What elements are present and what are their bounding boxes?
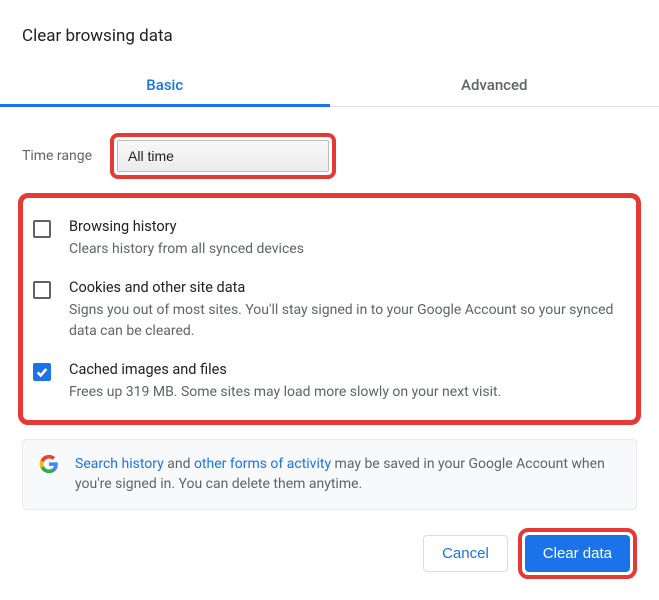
highlight-clear-data: Clear data <box>518 528 637 579</box>
option-browsing-history: Browsing history Clears history from all… <box>27 208 628 269</box>
checkbox-cookies[interactable] <box>33 281 51 299</box>
option-cookies: Cookies and other site data Signs you ou… <box>27 269 628 351</box>
tab-basic[interactable]: Basic <box>0 64 330 106</box>
option-desc: Clears history from all synced devices <box>69 239 622 259</box>
time-range-select[interactable]: All time <box>117 140 329 172</box>
option-desc: Signs you out of most sites. You'll stay… <box>69 300 622 341</box>
link-other-activity[interactable]: other forms of activity <box>194 456 331 472</box>
tab-advanced[interactable]: Advanced <box>330 64 659 106</box>
option-texts: Browsing history Clears history from all… <box>69 218 622 259</box>
dialog-title: Clear browsing data <box>22 26 637 46</box>
tabs: Basic Advanced <box>0 64 659 107</box>
dialog-actions: Cancel Clear data <box>22 528 637 593</box>
link-search-history[interactable]: Search history <box>75 456 164 472</box>
clear-data-button[interactable]: Clear data <box>525 535 630 572</box>
highlight-time-range: All time ▼ <box>110 133 336 179</box>
highlight-options: Browsing history Clears history from all… <box>18 193 641 425</box>
google-icon <box>39 454 59 474</box>
google-account-info: Search history and other forms of activi… <box>22 439 637 510</box>
option-texts: Cookies and other site data Signs you ou… <box>69 279 622 341</box>
option-title: Browsing history <box>69 218 622 235</box>
info-sep: and <box>164 456 194 472</box>
checkbox-browsing-history[interactable] <box>33 220 51 238</box>
option-desc: Frees up 319 MB. Some sites may load mor… <box>69 382 622 402</box>
option-texts: Cached images and files Frees up 319 MB.… <box>69 361 622 402</box>
option-cached: Cached images and files Frees up 319 MB.… <box>27 351 628 412</box>
cancel-button[interactable]: Cancel <box>423 535 508 572</box>
clear-browsing-data-dialog: Clear browsing data Basic Advanced Time … <box>0 0 659 593</box>
checkbox-cached[interactable] <box>33 363 51 381</box>
option-title: Cached images and files <box>69 361 622 378</box>
check-icon <box>35 365 49 379</box>
info-text: Search history and other forms of activi… <box>75 454 620 495</box>
time-range-row: Time range All time ▼ <box>22 133 637 179</box>
time-range-label: Time range <box>22 148 92 164</box>
option-title: Cookies and other site data <box>69 279 622 296</box>
